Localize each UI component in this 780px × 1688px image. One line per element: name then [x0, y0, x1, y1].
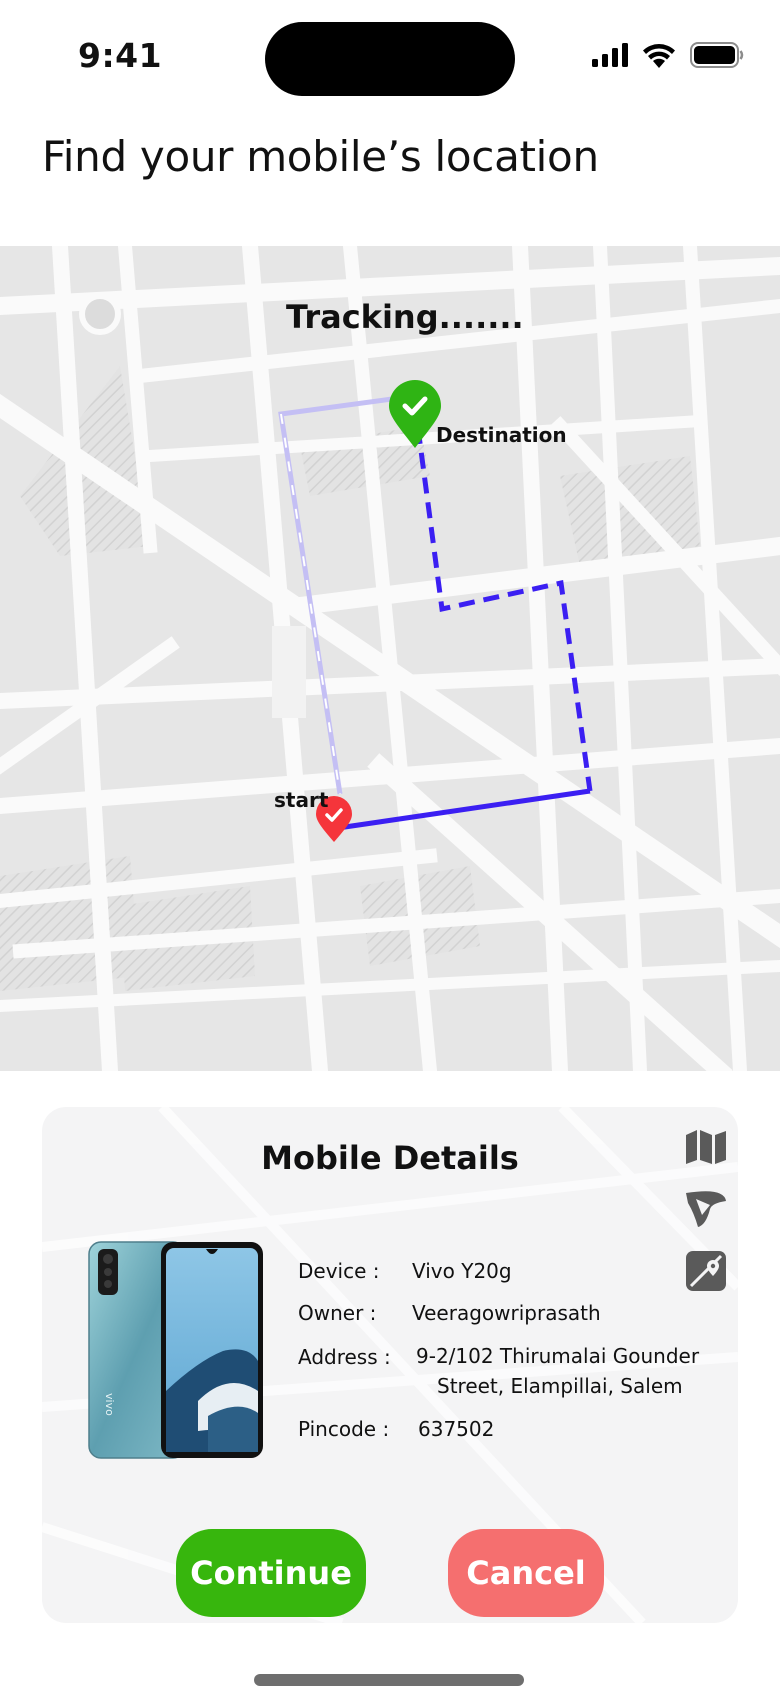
navigation-icon[interactable]	[682, 1185, 730, 1233]
home-indicator[interactable]	[254, 1674, 524, 1686]
owner-label: Owner :	[298, 1301, 377, 1325]
start-label: start	[274, 788, 329, 812]
phone-brand-mark: vivo	[103, 1393, 116, 1416]
active-route-segment	[337, 788, 591, 831]
wifi-icon	[643, 43, 675, 68]
dynamic-island	[265, 22, 515, 96]
device-value: Vivo Y20g	[412, 1259, 512, 1283]
active-route	[415, 427, 593, 792]
route-overlay	[278, 396, 593, 831]
cellular-signal-icon	[592, 43, 628, 67]
card-action-icons	[682, 1123, 730, 1295]
map-view[interactable]	[0, 246, 780, 1071]
mobile-details-card: Mobile Details vivo Device: Vivo Y20g O…	[42, 1107, 738, 1623]
status-time: 9:41	[78, 36, 163, 75]
device-row: Device : Vivo Y20g	[298, 1259, 512, 1283]
page-title: Find your mobile’s location	[42, 132, 599, 181]
cancel-button[interactable]: Cancel	[448, 1529, 604, 1617]
status-bar: 9:41	[0, 0, 780, 110]
alternate-route	[278, 396, 393, 795]
continue-button[interactable]: Continue	[176, 1529, 366, 1617]
owner-row: Owner : Veeragowriprasath	[298, 1301, 601, 1325]
phone-image: vivo	[88, 1241, 263, 1459]
map-icon[interactable]	[682, 1123, 730, 1171]
address-row: Address :	[298, 1345, 412, 1369]
pincode-value: 637502	[418, 1417, 495, 1441]
status-icons	[592, 42, 744, 68]
device-label: Device :	[298, 1259, 380, 1283]
card-title: Mobile Details	[261, 1139, 519, 1177]
destination-label: Destination	[436, 423, 567, 447]
address-value: 9-2/102 Thirumalai Gounder Street, Elamp…	[416, 1341, 699, 1401]
owner-value: Veeragowriprasath	[412, 1301, 601, 1325]
destination-pin-icon[interactable]	[388, 380, 442, 450]
battery-icon	[690, 42, 744, 68]
pincode-label: Pincode :	[298, 1417, 390, 1441]
address-label: Address :	[298, 1345, 391, 1369]
pincode-row: Pincode : 637502	[298, 1417, 494, 1441]
address-line-1: 9-2/102 Thirumalai Gounder	[416, 1344, 700, 1368]
location-image-icon[interactable]	[682, 1247, 730, 1295]
tracking-status: Tracking.......	[286, 298, 524, 336]
address-line-2: Street, Elampillai, Salem	[437, 1374, 683, 1398]
